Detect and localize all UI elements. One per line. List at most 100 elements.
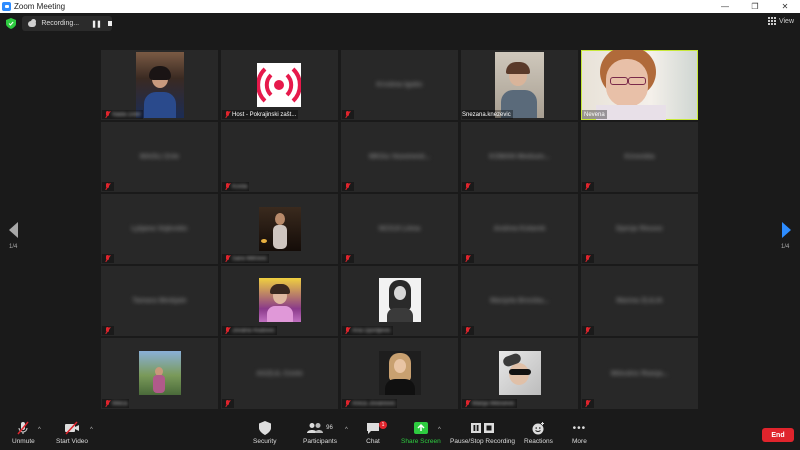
more-dots-icon: ••• [572, 422, 587, 434]
previous-page-arrow-icon[interactable] [9, 222, 18, 238]
participant-tile[interactable]: MKGu Vozomeid... [341, 122, 458, 192]
participants-options-chevron-icon[interactable]: ^ [345, 427, 348, 433]
mic-muted-icon [104, 111, 110, 118]
chat-button[interactable]: Chat [366, 421, 380, 445]
view-label: View [778, 17, 794, 25]
participant-gallery: Nada Dobr Host - Pokrajinski zašt... Kri… [101, 50, 700, 409]
host-logo-image [256, 63, 302, 107]
participant-tile[interactable]: Ljiljana Vojkvidic [101, 194, 218, 264]
reactions-button[interactable]: Reactions [524, 421, 553, 445]
stop-recording-icon[interactable] [107, 21, 112, 26]
page-indicator-left: 1/4 [9, 244, 18, 250]
participant-label: Snezana.knezevic [462, 110, 513, 119]
participant-label: Host - Pokrajinski zašt... [222, 110, 299, 119]
participant-tile[interactable]: Kosta [221, 122, 338, 192]
mic-muted-icon [104, 327, 110, 334]
reactions-smiley-icon [532, 421, 544, 434]
participant-tile[interactable]: Marina ZLILIA [581, 266, 698, 336]
mic-muted-icon [344, 111, 350, 118]
participant-tile[interactable]: Kirovidia [581, 122, 698, 192]
participant-tile[interactable]: Sara Mitrovic [221, 194, 338, 264]
meeting-toolbar: Unmute ^ Start Video ^ Security 96 Parti… [0, 417, 800, 450]
window-titlebar: Zoom Meeting — ❐ ✕ [0, 0, 800, 13]
pause-recording-icon[interactable]: ❚❚ [91, 20, 102, 28]
mic-muted-icon [344, 255, 350, 262]
participant-tile[interactable]: Andrea Kolarek [461, 194, 578, 264]
mic-muted-icon [464, 327, 470, 334]
participant-label [462, 254, 474, 263]
mic-muted-icon [224, 400, 230, 407]
participant-label: Ana Djordjevic [342, 326, 393, 335]
participant-label: Milica [102, 399, 130, 408]
participant-tile[interactable]: AGZLIL Cirele [221, 338, 338, 409]
participant-tile[interactable]: Milica [101, 338, 218, 409]
more-button[interactable]: ••• More [572, 421, 587, 446]
participant-label: Anica Jovanovic [342, 399, 398, 408]
participant-tile[interactable]: Jovana Rudovic [221, 266, 338, 336]
participant-tile[interactable]: Tamara Medijale [101, 266, 218, 336]
participants-label: Participants [303, 438, 337, 445]
participant-label: Nada Dobr [102, 110, 144, 119]
security-shield-icon [258, 421, 271, 435]
participant-video [495, 52, 544, 118]
participant-label: Nevena [582, 110, 607, 119]
participant-name-blurred: Kristina Igatic [376, 81, 423, 89]
start-video-label: Start Video [56, 438, 89, 445]
participant-tile[interactable]: KOMAN Medium... [461, 122, 578, 192]
participant-tile[interactable]: Kristina Igatic [341, 50, 458, 120]
participant-tile[interactable]: Ana Djordjevic [341, 266, 458, 336]
cloud-recording-icon [28, 18, 37, 27]
view-button[interactable]: View [767, 17, 794, 25]
mic-muted-icon [344, 327, 350, 334]
mic-muted-icon [104, 183, 110, 190]
participant-tile[interactable]: Marijela Brezika... [461, 266, 578, 336]
participant-tile[interactable]: MAOLI Zrile [101, 122, 218, 192]
participants-button[interactable]: 96 Participants [303, 421, 337, 445]
mic-muted-icon [104, 400, 110, 407]
participant-tile[interactable]: Host - Pokrajinski zašt... [221, 50, 338, 120]
unmute-button[interactable]: Unmute [12, 421, 35, 445]
participant-tile[interactable]: Djorije Reusic [581, 194, 698, 264]
pause-stop-recording-button[interactable]: Pause/Stop Recording [450, 421, 515, 445]
participant-tile[interactable]: Nada Dobr [101, 50, 218, 120]
participant-tile[interactable]: Snezana.knezevic [461, 50, 578, 120]
shield-icon[interactable] [6, 18, 16, 29]
participant-tile[interactable]: Marija Milosevic [461, 338, 578, 409]
participant-tile[interactable]: Milicdric Rianja... [581, 338, 698, 409]
participant-tile[interactable]: NCOJI Lilina [341, 194, 458, 264]
participant-name-blurred: Milicdric Rianja... [610, 370, 669, 377]
share-screen-button[interactable]: Share Screen [401, 421, 441, 445]
video-options-chevron-icon[interactable]: ^ [90, 427, 93, 433]
more-label: More [572, 438, 587, 445]
participant-name-blurred: NCOJI Lilina [378, 225, 421, 233]
participant-tile[interactable]: Anica Jovanovic [341, 338, 458, 409]
start-video-button[interactable]: Start Video [56, 421, 88, 445]
participant-label: Kosta [222, 182, 250, 191]
participant-video [136, 52, 184, 118]
participant-tile-active-speaker[interactable]: Nevena [581, 50, 698, 120]
participant-label [102, 182, 114, 191]
participant-video [259, 278, 301, 322]
share-screen-icon [413, 422, 428, 434]
participant-label [342, 182, 354, 191]
mic-muted-icon [584, 255, 590, 262]
next-page-arrow-icon[interactable] [782, 222, 791, 238]
security-label: Security [253, 438, 277, 445]
close-icon[interactable]: ✕ [770, 2, 800, 11]
security-button[interactable]: Security [253, 421, 276, 445]
maximize-icon[interactable]: ❐ [740, 2, 770, 11]
end-meeting-button[interactable]: End [762, 428, 794, 442]
mic-muted-icon [584, 400, 590, 407]
participant-name-blurred: Marijela Brezika... [490, 297, 549, 305]
minimize-icon[interactable]: — [710, 2, 740, 11]
participant-name-blurred: MAOLI Zrile [139, 153, 180, 161]
participant-name-blurred: Djorije Reusic [616, 225, 663, 233]
mic-muted-icon [344, 183, 350, 190]
participant-name-blurred: Kirovidia [624, 153, 655, 161]
chat-label: Chat [366, 438, 380, 445]
participant-video [139, 351, 181, 395]
mic-muted-icon [464, 400, 470, 407]
participant-label [342, 254, 354, 263]
share-options-chevron-icon[interactable]: ^ [438, 427, 441, 433]
audio-options-chevron-icon[interactable]: ^ [38, 427, 41, 433]
